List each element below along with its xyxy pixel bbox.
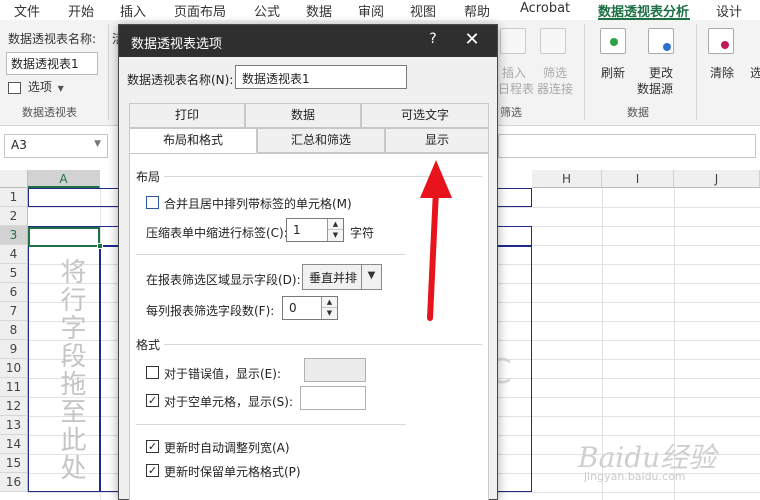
annotation-arrow xyxy=(420,160,452,321)
arrow-shaft xyxy=(427,187,439,321)
arrow-head xyxy=(420,160,452,198)
